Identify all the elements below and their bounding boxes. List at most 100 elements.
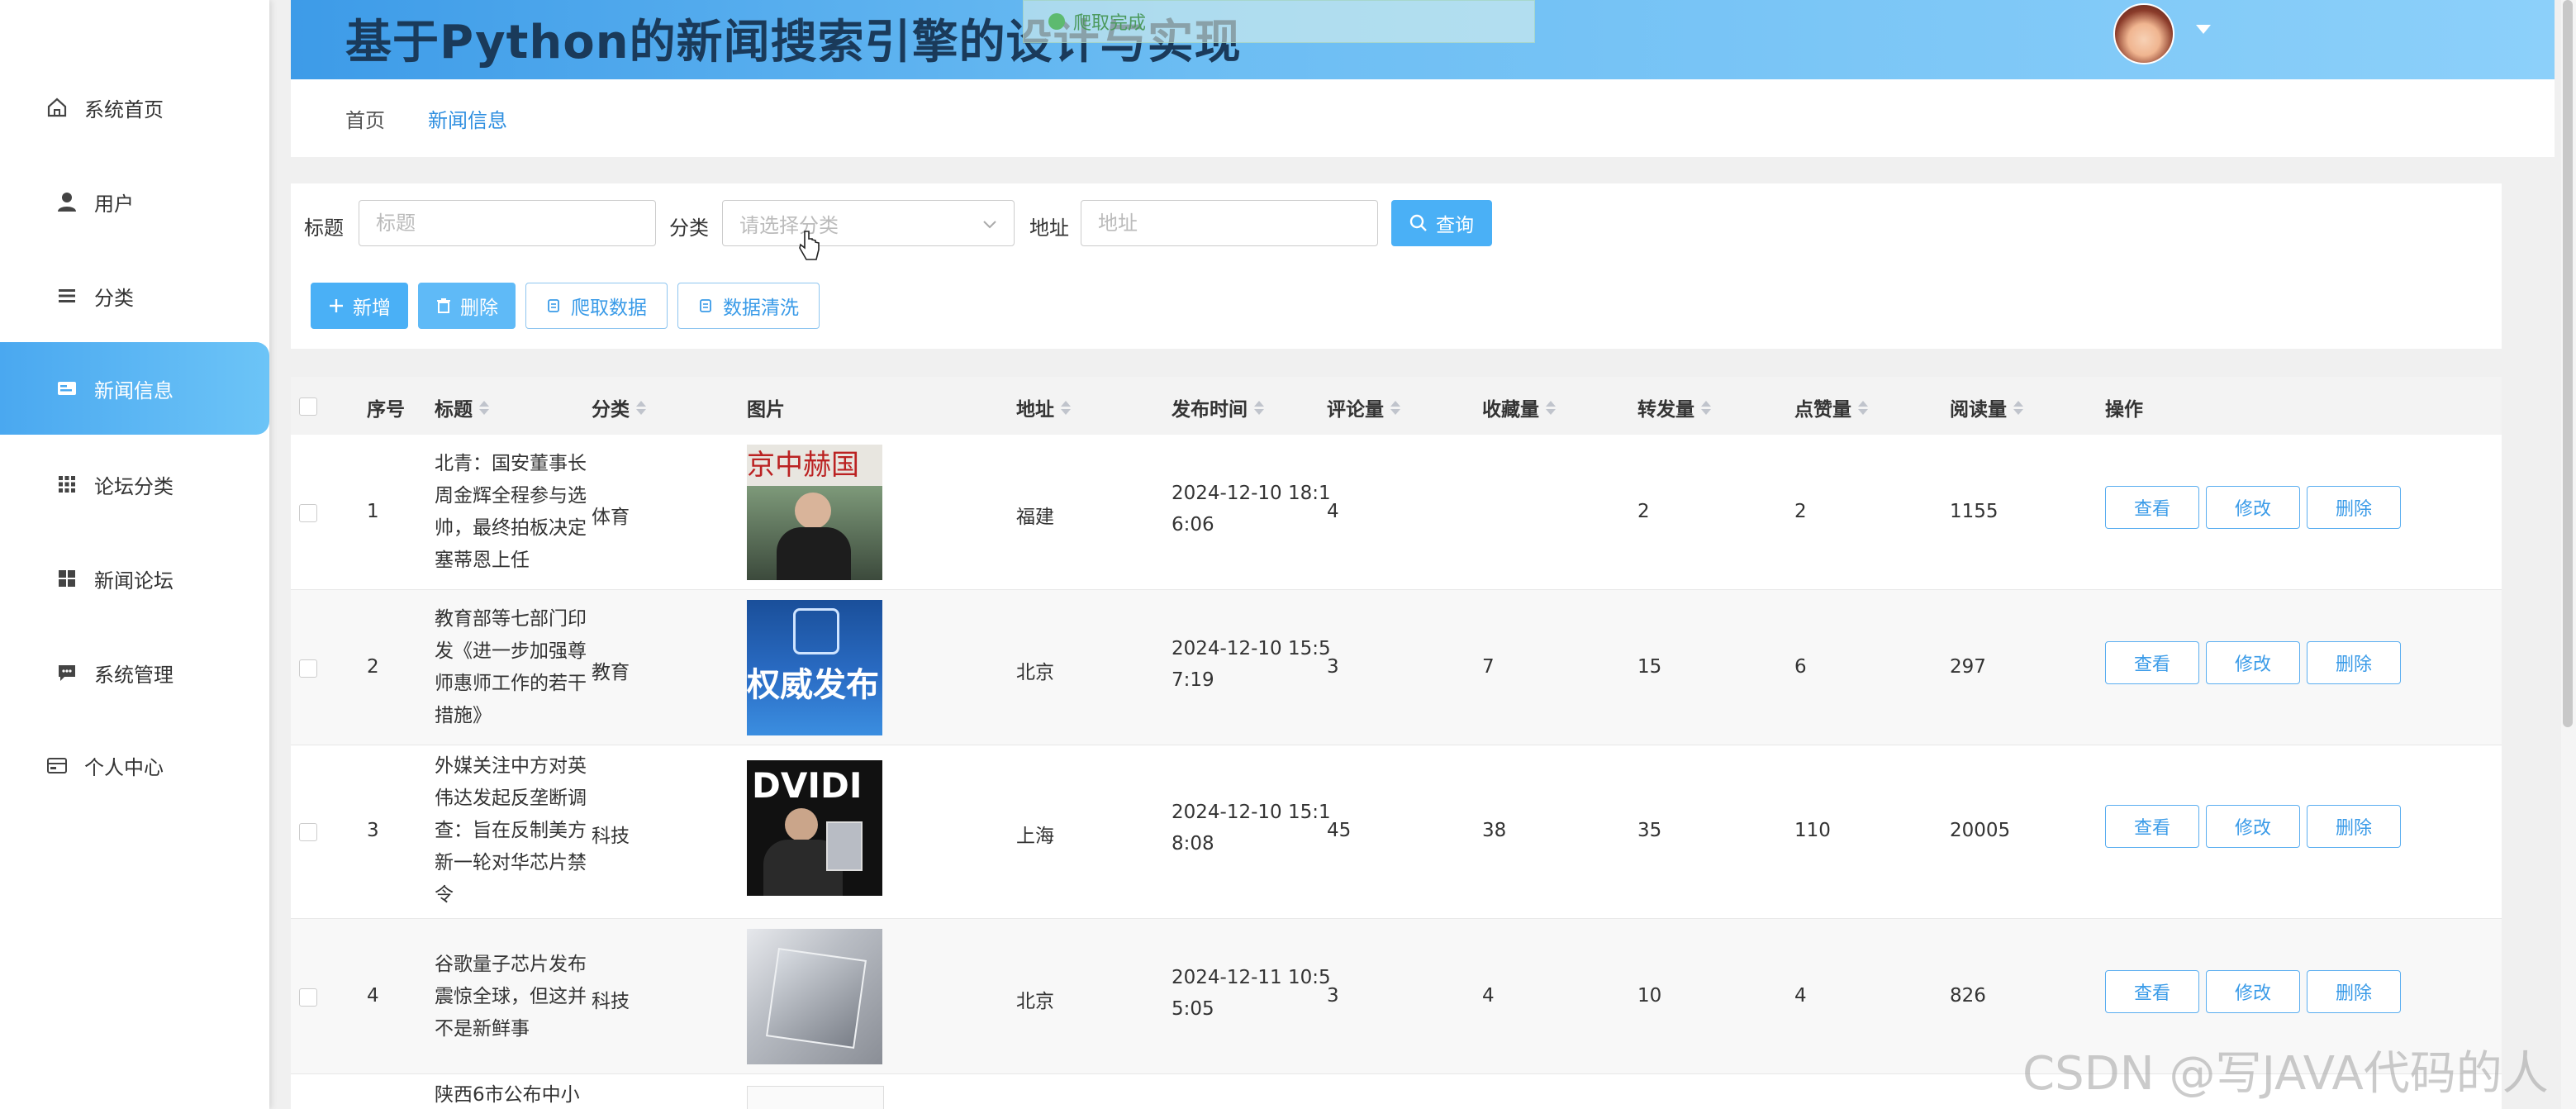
chevron-down-icon[interactable] — [2196, 25, 2211, 34]
row-number: 3 — [367, 820, 379, 841]
like-count: 6 — [1794, 656, 1807, 678]
scrollbar-thumb[interactable] — [2563, 0, 2573, 727]
share-count: 15 — [1637, 656, 1662, 678]
edit-button[interactable]: 修改 — [2206, 641, 2300, 684]
sidebar-item-news[interactable]: 新闻信息 — [0, 342, 269, 435]
delete-button[interactable]: 删除 — [2307, 486, 2401, 529]
edit-button[interactable]: 修改 — [2206, 805, 2300, 848]
row-checkbox[interactable] — [299, 659, 317, 678]
home-icon — [45, 95, 69, 120]
favorite-count: 7 — [1482, 656, 1495, 678]
sidebar-item-label: 系统首页 — [84, 98, 164, 121]
news-category: 体育 — [592, 507, 630, 528]
filter-panel: 标题 分类 请选择分类 地址 查询 新增 删除 爬取数据 数 — [291, 183, 2502, 349]
news-title[interactable]: 教育部等七部门印 发《进一步加强尊 师惠师工作的若干 措施》 — [435, 603, 592, 732]
column-header[interactable]: 点赞量 — [1794, 393, 1868, 421]
column-header[interactable]: 阅读量 — [1950, 393, 2023, 421]
delete-button[interactable]: 删除 — [2307, 805, 2401, 848]
column-header[interactable]: 评论量 — [1327, 393, 1400, 421]
column-header[interactable]: 转发量 — [1637, 393, 1711, 421]
table-row: 1 北青：国安董事长 周金辉全程参与选 帅，最终拍板决定 塞蒂恩上任 体育 京中赫国 … — [291, 435, 2502, 590]
sidebar-item-profile[interactable]: 个人中心 — [0, 719, 269, 812]
breadcrumb: 首页 新闻信息 — [291, 79, 2555, 157]
publish-time: 2024-12-11 10:5 5:05 — [1172, 967, 1331, 1020]
news-address: 北京 — [1016, 662, 1054, 683]
news-thumbnail: 权威发布 — [747, 600, 882, 735]
clean-data-button[interactable]: 数据清洗 — [677, 283, 820, 329]
sidebar-item-home[interactable]: 系统首页 — [0, 61, 269, 154]
delete-button[interactable]: 删除 — [2307, 970, 2401, 1013]
view-button[interactable]: 查看 — [2105, 486, 2199, 529]
database-icon — [698, 297, 715, 314]
news-address: 北京 — [1016, 991, 1054, 1012]
column-header[interactable]: 分类 — [592, 393, 646, 421]
search-button[interactable]: 查询 — [1391, 200, 1492, 246]
column-header: 图片 — [747, 399, 785, 421]
avatar[interactable] — [2113, 3, 2174, 64]
crawl-data-button[interactable]: 爬取数据 — [525, 283, 668, 329]
column-header[interactable]: 标题 — [435, 393, 489, 421]
sidebar-item-user[interactable]: 用户 — [0, 155, 269, 248]
news-title[interactable]: 北青：国安董事长 周金辉全程参与选 帅，最终拍板决定 塞蒂恩上任 — [435, 448, 592, 577]
publish-time: 2024-12-10 15:5 7:19 — [1172, 638, 1331, 691]
category-filter-label: 分类 — [669, 217, 709, 240]
search-icon — [1409, 214, 1428, 232]
news-title[interactable]: 外媒关注中方对英 伟达发起反垄断调 查：旨在反制美方 新一轮对华芯片禁令 — [435, 750, 592, 911]
favorite-count: 38 — [1482, 820, 1507, 841]
sidebar-item-news-forum[interactable]: 新闻论坛 — [0, 532, 269, 625]
row-checkbox[interactable] — [299, 988, 317, 1007]
top-header: 基于Python的新闻搜索引擎的设计与实现 爬取完成 — [291, 0, 2555, 79]
breadcrumb-current[interactable]: 新闻信息 — [428, 104, 507, 133]
sort-icon — [1701, 400, 1711, 415]
sidebar-item-system[interactable]: 系统管理 — [0, 626, 269, 719]
add-button-label: 新增 — [353, 297, 391, 319]
read-count: 297 — [1950, 656, 1986, 678]
success-icon — [1048, 13, 1065, 30]
breadcrumb-home[interactable]: 首页 — [345, 104, 385, 133]
news-title[interactable]: 陕西6市公布中小 — [435, 1079, 592, 1109]
news-thumbnail — [747, 1086, 884, 1109]
toast-text: 爬取完成 — [1073, 13, 1147, 34]
sidebar-item-label: 个人中心 — [84, 755, 164, 779]
address-search-input[interactable] — [1081, 200, 1378, 246]
apps-icon — [55, 566, 79, 591]
news-thumbnail — [747, 929, 882, 1064]
comment-count: 4 — [1327, 501, 1339, 522]
view-button[interactable]: 查看 — [2105, 805, 2199, 848]
column-header[interactable]: 地址 — [1016, 393, 1071, 421]
trash-icon — [435, 297, 452, 314]
sidebar-item-category[interactable]: 分类 — [0, 250, 269, 342]
crawl-button-label: 爬取数据 — [571, 297, 647, 319]
news-title[interactable]: 谷歌量子芯片发布 震惊全球，但这并 不是新鲜事 — [435, 949, 592, 1045]
edit-button[interactable]: 修改 — [2206, 486, 2300, 529]
row-number: 4 — [367, 985, 379, 1007]
sort-icon — [1390, 400, 1400, 415]
clean-button-label: 数据清洗 — [723, 297, 799, 319]
sidebar-item-forum-category[interactable]: 论坛分类 — [0, 438, 269, 531]
like-count: 2 — [1794, 501, 1807, 522]
column-header: 序号 — [367, 399, 405, 421]
table-row: 3 外媒关注中方对英 伟达发起反垄断调 查：旨在反制美方 新一轮对华芯片禁令 科技 D… — [291, 745, 2502, 919]
batch-delete-button[interactable]: 删除 — [418, 283, 516, 329]
select-all-checkbox[interactable] — [299, 397, 317, 416]
category-select-placeholder: 请选择分类 — [739, 213, 839, 237]
column-header[interactable]: 收藏量 — [1482, 393, 1556, 421]
sidebar-item-label: 新闻论坛 — [94, 569, 173, 593]
news-table: 序号 标题 分类 图片 地址 发布时间 评论量 收藏量 转发量 点赞量 阅读量 … — [291, 377, 2502, 1109]
title-search-input[interactable] — [359, 200, 656, 246]
watermark: CSDN @写JAVA代码的人 — [2022, 1047, 2549, 1101]
category-select[interactable]: 请选择分类 — [722, 200, 1015, 246]
sort-icon — [636, 400, 646, 415]
view-button[interactable]: 查看 — [2105, 970, 2199, 1013]
row-checkbox[interactable] — [299, 504, 317, 522]
mouse-cursor-icon — [798, 230, 821, 266]
message-icon — [55, 660, 79, 685]
row-checkbox[interactable] — [299, 823, 317, 841]
edit-button[interactable]: 修改 — [2206, 970, 2300, 1013]
like-count: 110 — [1794, 820, 1831, 841]
column-header[interactable]: 发布时间 — [1172, 393, 1264, 421]
like-count: 4 — [1794, 985, 1807, 1007]
add-button[interactable]: 新增 — [311, 283, 408, 329]
delete-button[interactable]: 删除 — [2307, 641, 2401, 684]
view-button[interactable]: 查看 — [2105, 641, 2199, 684]
